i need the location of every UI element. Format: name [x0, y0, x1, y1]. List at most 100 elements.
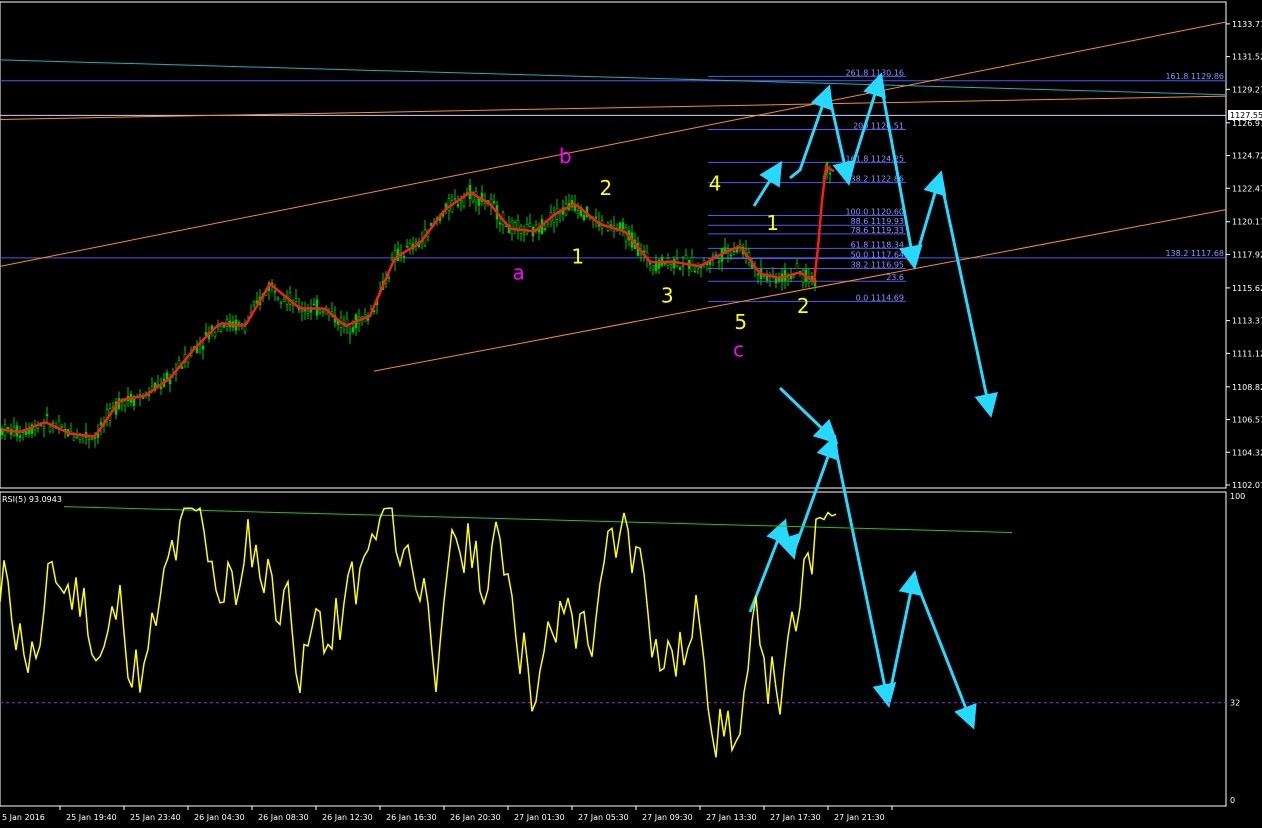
price-tick-label: 1108.82 [1232, 383, 1262, 392]
candle-body [387, 277, 391, 279]
candle-body [453, 198, 457, 200]
candle-body [306, 310, 310, 314]
candle-body [795, 263, 799, 270]
candle-body [279, 302, 283, 304]
candle-body [123, 400, 127, 407]
candle-body [447, 198, 451, 211]
candle-body [654, 263, 658, 272]
time-tick-label: 26 Jan 12:30 [322, 813, 373, 822]
candle-body [243, 326, 247, 332]
fib-level-label: 61.8 1118.34 [851, 240, 904, 249]
wave-label: 2 [600, 176, 613, 200]
candle-body [594, 216, 598, 219]
wave-label: 1 [571, 244, 584, 268]
time-tick-label: 27 Jan 09:30 [642, 813, 693, 822]
fib-level-label: 100.0 1120.60 [845, 207, 904, 216]
wave-label: 1 [766, 211, 779, 235]
price-panel-frame [0, 1, 1227, 489]
candle-body [90, 438, 94, 441]
candle-body [492, 201, 496, 204]
price-tick-label: 1124.72 [1232, 152, 1262, 161]
time-tick-label: 25 Jan 23:40 [130, 813, 181, 822]
candle-body [582, 214, 586, 221]
fib-level-label: 261.8 1130.16 [845, 68, 904, 77]
rsi-axis: 100 32 0 [1230, 492, 1245, 805]
time-tick-label: 5 Jan 2016 [2, 813, 45, 822]
candle-body [681, 265, 685, 267]
candle-body [621, 222, 625, 230]
candle-body [18, 435, 22, 438]
candle-body [219, 325, 223, 332]
candle-body [348, 331, 352, 335]
candle-body [201, 345, 205, 350]
horizontal-level-label: 161.8 1129.86 [1165, 72, 1224, 81]
candle-body [300, 310, 304, 313]
candle-body [546, 223, 550, 228]
candle-body [786, 277, 790, 281]
candle-body [828, 172, 832, 175]
wave-label: a [512, 260, 524, 284]
price-tick-label: 1120.17 [1232, 218, 1262, 227]
candle-body [24, 431, 28, 436]
wave-label: b [559, 144, 572, 168]
candle-body [45, 414, 49, 417]
candle-body [498, 222, 502, 225]
wave-label: 3 [661, 284, 674, 308]
wave-label: 4 [709, 172, 722, 196]
wave-label: c [733, 338, 744, 362]
horizontal-level-label: 138.2 1117.68 [1165, 249, 1224, 258]
fib-level-label: 200 1126.51 [853, 121, 904, 130]
candle-body [237, 322, 241, 324]
rsi-tick-label: 0 [1230, 796, 1235, 805]
candle-body [693, 270, 697, 273]
candle-body [282, 298, 286, 302]
candle-body [222, 324, 226, 328]
candle-body [528, 223, 532, 227]
candle-body [42, 426, 46, 429]
candle-body [717, 261, 721, 263]
price-panel [0, 1, 1227, 489]
candle-body [459, 200, 463, 203]
price-tick-label: 1106.57 [1232, 416, 1262, 425]
time-tick-label: 27 Jan 05:30 [578, 813, 629, 822]
rsi-title: RSI(5) 93.0943 [2, 495, 62, 504]
time-axis: 5 Jan 2016 25 Jan 19:40 25 Jan 23:40 26 Jan… [2, 806, 893, 822]
current-price-label: 1127.55 [1230, 111, 1262, 120]
price-tick-label: 1133.77 [1232, 20, 1262, 29]
fib-level-label: 23.6 [886, 273, 904, 282]
candle-body [738, 244, 742, 247]
candle-body [165, 372, 169, 379]
candle-body [321, 311, 325, 313]
candle-body [312, 303, 316, 306]
candle-body [414, 241, 418, 244]
candle-body [276, 297, 280, 300]
candle-body [522, 232, 526, 235]
candle-body [303, 309, 307, 312]
rsi-tick-label: 100 [1230, 492, 1245, 501]
fib-level-label: 88.6 1119.93 [851, 217, 904, 226]
fib-level-label: 78.6 1119.33 [851, 226, 904, 235]
candle-body [402, 255, 406, 258]
fib-level-label: 38.2 1116.95 [851, 261, 904, 270]
price-tick-label: 1129.27 [1232, 85, 1262, 94]
fib-level-label: 138.2 1122.86 [845, 175, 904, 184]
rsi-tick-label: 32 [1230, 699, 1240, 708]
candle-body [543, 228, 547, 230]
candle-body [87, 437, 91, 440]
candle-body [678, 267, 682, 270]
candle-body [252, 301, 256, 306]
time-tick-label: 27 Jan 17:30 [770, 813, 821, 822]
price-tick-label: 1102.07 [1232, 481, 1262, 490]
time-tick-label: 26 Jan 08:30 [258, 813, 309, 822]
chart-canvas: 261.8 1130.16200 1126.51161.8 1124.25138… [0, 1, 1262, 822]
candle-body [684, 255, 688, 260]
price-tick-label: 1111.12 [1232, 349, 1262, 358]
wave-label: 5 [734, 310, 747, 334]
candle-body [735, 248, 739, 253]
candle-body [273, 290, 277, 293]
price-tick-label: 1126.97 [1232, 119, 1262, 128]
candle-body [180, 366, 184, 369]
price-tick-label: 1104.32 [1232, 448, 1262, 457]
price-tick-label: 1115.62 [1232, 284, 1262, 293]
candle-body [6, 427, 10, 430]
